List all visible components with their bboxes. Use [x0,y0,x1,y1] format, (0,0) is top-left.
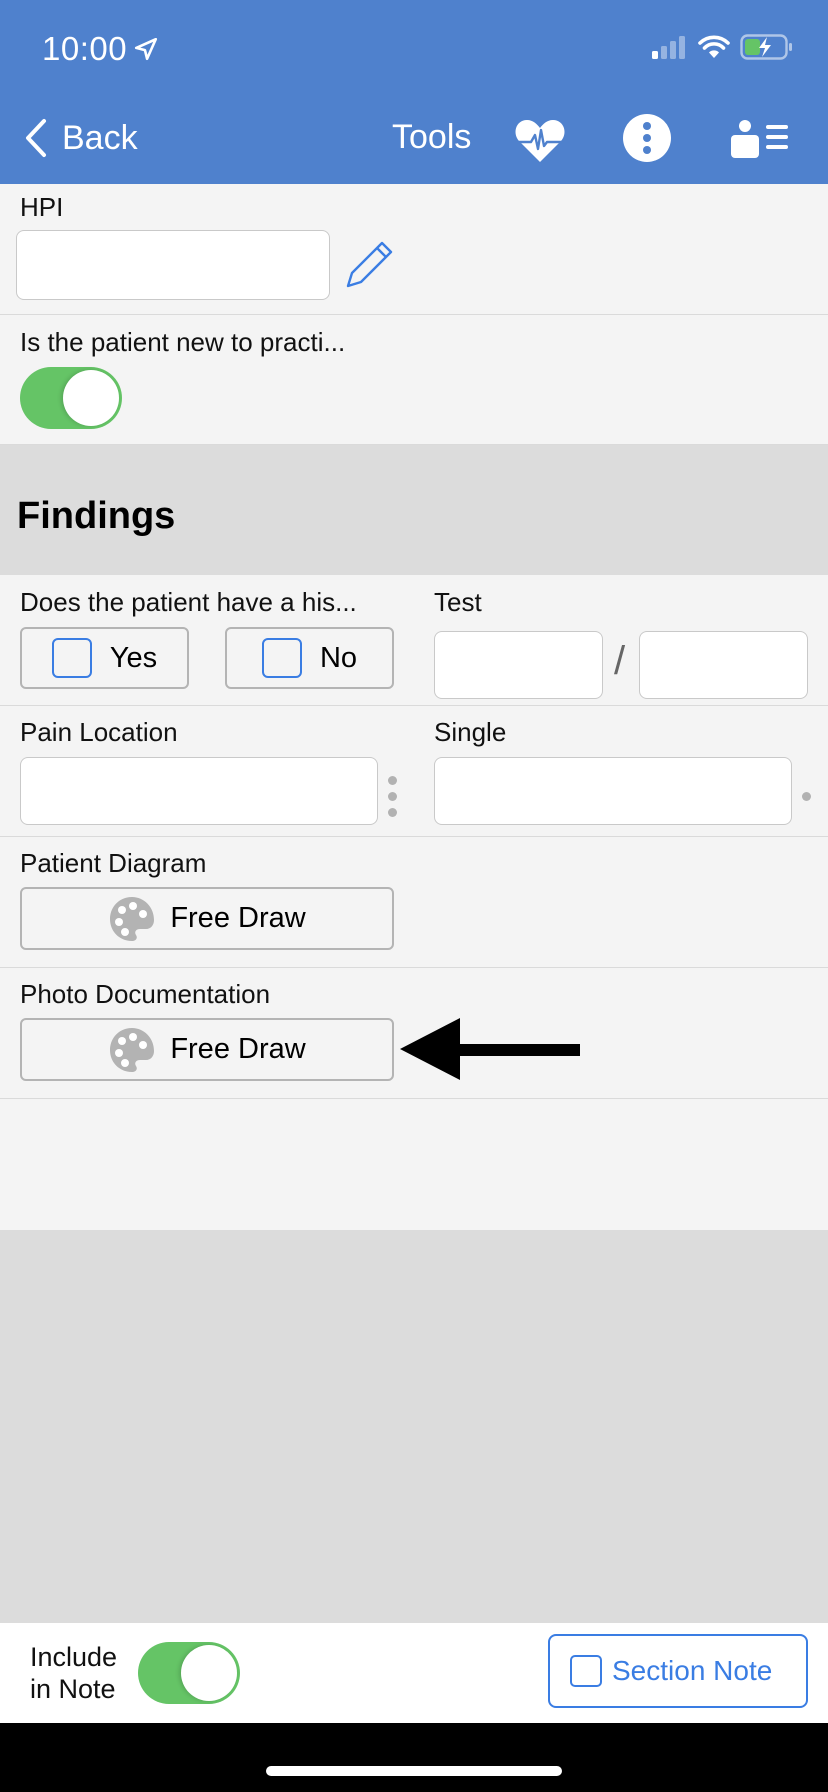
yes-checkbox[interactable] [51,638,92,678]
pencil-icon[interactable] [344,238,396,290]
chevron-left-icon [26,119,46,157]
photo-documentation-label: Photo Documentation [20,979,271,1009]
single-input[interactable] [434,757,792,825]
history-question-label: Does the patient have a his... [20,587,357,617]
history-test-row: Does the patient have a his... Yes No Te… [0,575,828,706]
pain-single-row: Pain Location Single [0,706,828,837]
include-in-note-toggle[interactable] [138,1642,240,1704]
include-label-line2: in Note [30,1674,116,1704]
section-note-checkbox[interactable] [570,1655,602,1687]
back-button[interactable]: Back [24,118,138,158]
new-patient-row: Is the patient new to practi... [0,315,828,445]
findings-title: Findings [17,495,176,537]
section-note-label: Section Note [612,1655,773,1686]
single-label: Single [434,717,507,747]
palette-icon [110,1027,155,1072]
empty-form-area [0,1099,828,1230]
patient-list-icon[interactable] [731,120,789,158]
new-patient-toggle[interactable] [20,367,122,429]
test-input-1[interactable] [434,631,603,699]
home-indicator[interactable] [266,1766,562,1776]
status-indicators [650,34,794,60]
free-draw-label: Free Draw [170,902,306,934]
patient-diagram-free-draw-button[interactable]: Free Draw [20,887,394,950]
single-more-icon[interactable] [802,792,811,801]
battery-charging-icon [740,34,792,60]
include-label-line1: Include [30,1642,118,1672]
status-time: 10:00 [42,30,159,68]
hpi-label: HPI [20,192,64,222]
patient-diagram-row: Patient Diagram Free Draw [0,837,828,968]
palette-icon [110,896,155,941]
test-input-2[interactable] [639,631,808,699]
arrow-left-icon [400,1018,580,1080]
no-option-button[interactable]: No [225,627,394,689]
heart-pulse-icon[interactable] [514,118,566,164]
toggle-knob [181,1645,237,1701]
include-in-note-label: Include in Note [30,1641,117,1705]
back-label: Back [62,118,138,157]
free-draw-label: Free Draw [170,1033,306,1065]
time-text: 10:00 [42,30,128,67]
cellular-signal-icon [652,36,685,59]
section-note-button[interactable]: Section Note [548,1634,808,1708]
yes-option-button[interactable]: Yes [20,627,189,689]
more-vertical-icon[interactable] [623,114,671,162]
no-checkbox[interactable] [261,638,302,678]
nav-bar: Back Tools [0,110,828,170]
app-header: 10:00 Back Tools [0,0,828,184]
tools-button[interactable]: Tools [392,118,471,157]
test-label: Test [434,587,482,617]
pain-location-label: Pain Location [20,717,178,747]
location-arrow-icon [135,37,158,61]
photo-documentation-free-draw-button[interactable]: Free Draw [20,1018,394,1081]
hpi-input[interactable] [16,230,330,300]
bottom-bar: Include in Note Section Note [0,1623,828,1723]
new-patient-label: Is the patient new to practi... [20,327,346,357]
pain-location-input[interactable] [20,757,378,825]
toggle-knob [63,370,119,426]
wifi-icon [698,35,730,58]
findings-section-header: Findings [0,445,828,575]
patient-diagram-label: Patient Diagram [20,848,207,878]
no-label: No [319,641,358,674]
pain-location-more-icon[interactable] [388,776,397,817]
yes-label: Yes [109,641,158,674]
hpi-row: HPI [0,184,828,315]
home-indicator-area [0,1723,828,1792]
test-separator: / [614,639,626,683]
